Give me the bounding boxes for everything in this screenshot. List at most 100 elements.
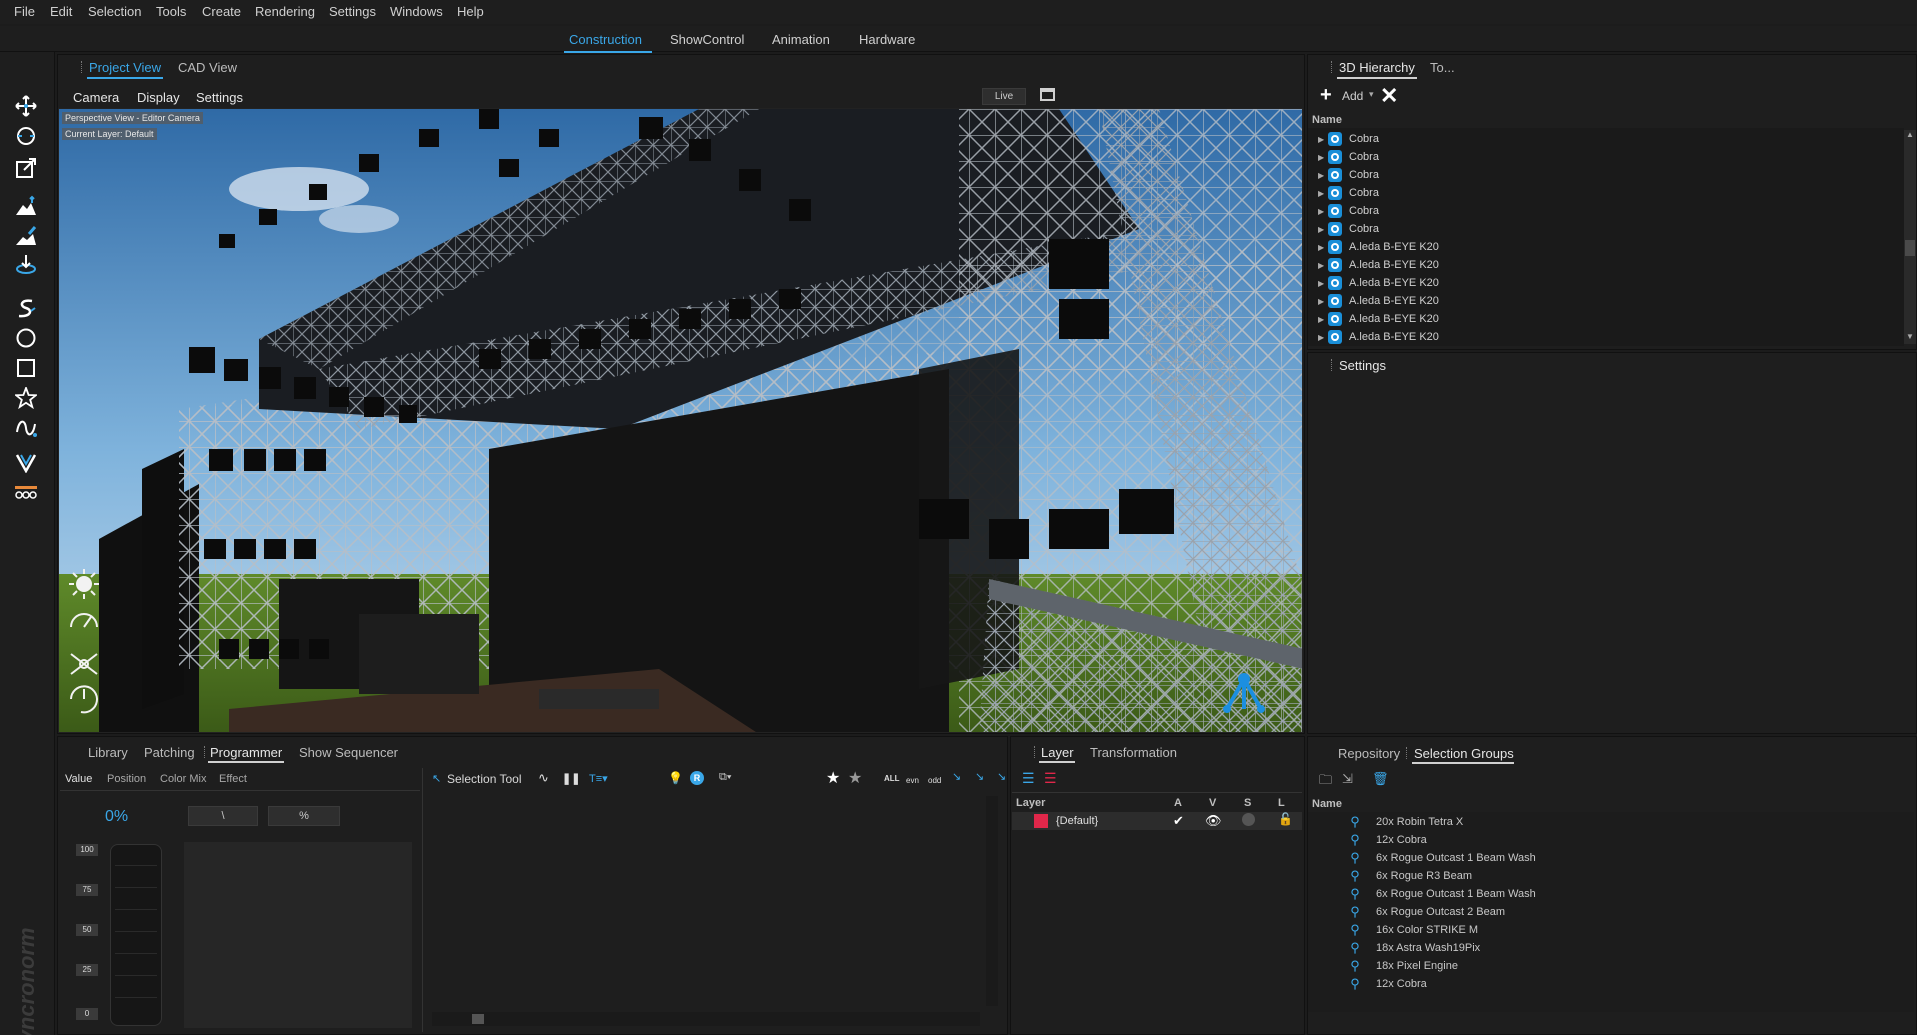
selection-group-item[interactable]: ⚲ 6x Rogue Outcast 1 Beam Wash (1348, 885, 1536, 903)
hierarchy-scrollbar[interactable] (1904, 130, 1916, 344)
tab-library[interactable]: Library (88, 745, 128, 760)
tree-item[interactable]: ▶ A.leda B-EYE K20 (1318, 328, 1439, 346)
tab-tools[interactable]: To... (1430, 60, 1455, 75)
view-menu-camera[interactable]: Camera (73, 90, 119, 105)
trash-icon[interactable]: 🗑 (1372, 771, 1389, 787)
tree-item[interactable]: ▶ A.leda B-EYE K20 (1318, 292, 1439, 310)
tab-construction[interactable]: Construction (564, 32, 652, 53)
selection-tool-label[interactable]: Selection Tool (447, 772, 522, 786)
delete-icon[interactable]: ✕ (1380, 83, 1398, 109)
folder-icon[interactable]: 🗀 (1319, 771, 1332, 793)
layer-visible-eye-icon[interactable]: 👁 (1205, 813, 1222, 829)
hierarchy-scroll-thumb[interactable] (1905, 240, 1915, 256)
rectangle-tool-icon[interactable] (12, 356, 40, 380)
subtab-effect[interactable]: Effect (219, 773, 247, 785)
menu-selection[interactable]: Selection (88, 4, 141, 19)
add-button[interactable]: Add (1342, 89, 1363, 103)
light-icon[interactable]: 💡 (668, 771, 683, 785)
tree-item[interactable]: ▶ Cobra (1318, 184, 1379, 202)
selection-tool-icon[interactable]: ↖ (432, 772, 441, 785)
menu-windows[interactable]: Windows (390, 4, 443, 19)
expand-arrow-icon[interactable]: ▶ (1318, 243, 1328, 252)
select-next-icon[interactable]: ↘ (952, 770, 961, 783)
menu-settings[interactable]: Settings (329, 4, 376, 19)
live-button[interactable]: Live (982, 88, 1026, 105)
value-fader[interactable] (110, 844, 162, 1026)
selection-group-item[interactable]: ⚲ 6x Rogue Outcast 2 Beam (1348, 903, 1505, 921)
tree-item[interactable]: ▶ Cobra (1318, 166, 1379, 184)
expand-arrow-icon[interactable]: ▶ (1318, 225, 1328, 234)
filter-all[interactable]: ALL (884, 774, 900, 783)
3d-viewport[interactable]: Perspective View - Editor Camera Current… (58, 108, 1303, 733)
layers-icon[interactable]: ☰ (1022, 770, 1035, 787)
menu-rendering[interactable]: Rendering (255, 4, 315, 19)
tree-item[interactable]: ▶ A.leda B-EYE K20 (1318, 274, 1439, 292)
subtab-value[interactable]: Value (65, 773, 92, 785)
programmer-hscroll[interactable] (432, 1012, 980, 1026)
copy-icon[interactable]: ⧉▾ (719, 771, 731, 784)
percent-button[interactable]: % (268, 806, 340, 826)
tree-item[interactable]: ▶ Cobra (1318, 130, 1379, 148)
tab-patching[interactable]: Patching (144, 745, 195, 760)
expand-arrow-icon[interactable]: ▶ (1318, 207, 1328, 216)
expand-arrow-icon[interactable]: ▶ (1318, 189, 1328, 198)
tab-transformation[interactable]: Transformation (1090, 745, 1177, 760)
tree-item[interactable]: ▶ Cobra (1318, 220, 1379, 238)
backslash-button[interactable]: \ (188, 806, 258, 826)
view-menu-settings[interactable]: Settings (196, 90, 243, 105)
tree-item[interactable]: ▶ Cobra (1318, 202, 1379, 220)
expand-arrow-icon[interactable]: ▶ (1318, 261, 1328, 270)
terrain-up-icon[interactable] (12, 194, 40, 218)
layer-lock-icon[interactable]: 🔓 (1278, 812, 1293, 826)
selection-group-item[interactable]: ⚲ 6x Rogue R3 Beam (1348, 867, 1472, 885)
expand-arrow-icon[interactable]: ▶ (1318, 171, 1328, 180)
tab-cad-view[interactable]: CAD View (178, 60, 237, 75)
tab-selection-groups[interactable]: Selection Groups (1414, 746, 1514, 761)
tab-layer[interactable]: Layer (1041, 745, 1074, 760)
scroll-up-icon[interactable]: ▲ (1906, 130, 1914, 139)
tree-item[interactable]: ▶ Cobra (1318, 148, 1379, 166)
select-prev-icon[interactable]: ↘ (975, 770, 984, 783)
pause-icon[interactable]: ❚❚ (562, 772, 580, 785)
menu-create[interactable]: Create (202, 4, 241, 19)
add-dropdown-icon[interactable]: ▾ (1369, 89, 1374, 100)
expand-arrow-icon[interactable]: ▶ (1318, 135, 1328, 144)
selection-group-item[interactable]: ⚲ 20x Robin Tetra X (1348, 813, 1463, 831)
menu-help[interactable]: Help (457, 4, 484, 19)
record-icon[interactable]: R (690, 771, 704, 785)
expand-arrow-icon[interactable]: ▶ (1318, 153, 1328, 162)
view-menu-display[interactable]: Display (137, 90, 180, 105)
menu-tools[interactable]: Tools (156, 4, 186, 19)
rotate-tool-icon[interactable] (12, 124, 40, 148)
selection-group-item[interactable]: ⚲ 16x Color STRIKE M (1348, 921, 1478, 939)
tab-programmer[interactable]: Programmer (210, 745, 282, 760)
maximize-view-icon[interactable] (1040, 88, 1055, 101)
selection-group-item[interactable]: ⚲ 6x Rogue Outcast 1 Beam Wash (1348, 849, 1536, 867)
tab-3d-hierarchy[interactable]: 3D Hierarchy (1339, 60, 1415, 75)
curve-tool-icon[interactable] (12, 416, 40, 440)
tree-item[interactable]: ▶ A.leda B-EYE K20 (1318, 238, 1439, 256)
loft-tool-icon[interactable] (12, 450, 40, 474)
layer-color-swatch[interactable] (1034, 814, 1048, 828)
selection-group-item[interactable]: ⚲ 12x Cobra (1348, 975, 1427, 993)
expand-arrow-icon[interactable]: ▶ (1318, 315, 1328, 324)
tab-show-sequencer[interactable]: Show Sequencer (299, 745, 398, 760)
tab-showcontrol[interactable]: ShowControl (670, 32, 744, 47)
menu-edit[interactable]: Edit (50, 4, 72, 19)
filter-odd[interactable]: odd (928, 776, 941, 785)
selection-group-item[interactable]: ⚲ 18x Astra Wash19Pix (1348, 939, 1480, 957)
tab-project-view[interactable]: Project View (89, 60, 161, 75)
programmer-vscroll[interactable] (986, 796, 998, 1006)
add-icon[interactable]: + (1320, 84, 1332, 107)
tab-hardware[interactable]: Hardware (859, 32, 915, 47)
star-tool-icon[interactable] (12, 386, 40, 410)
array-tool-icon[interactable] (12, 480, 40, 504)
delete-layer-icon[interactable]: ☰ (1044, 770, 1057, 787)
new-group-icon[interactable]: ⇲ (1342, 771, 1353, 787)
tab-animation[interactable]: Animation (772, 32, 830, 47)
expand-arrow-icon[interactable]: ▶ (1318, 297, 1328, 306)
expand-arrow-icon[interactable]: ▶ (1318, 333, 1328, 342)
subtab-position[interactable]: Position (107, 773, 146, 785)
fan-icon[interactable]: T≡▾ (589, 772, 608, 785)
tab-repository[interactable]: Repository (1338, 746, 1400, 761)
